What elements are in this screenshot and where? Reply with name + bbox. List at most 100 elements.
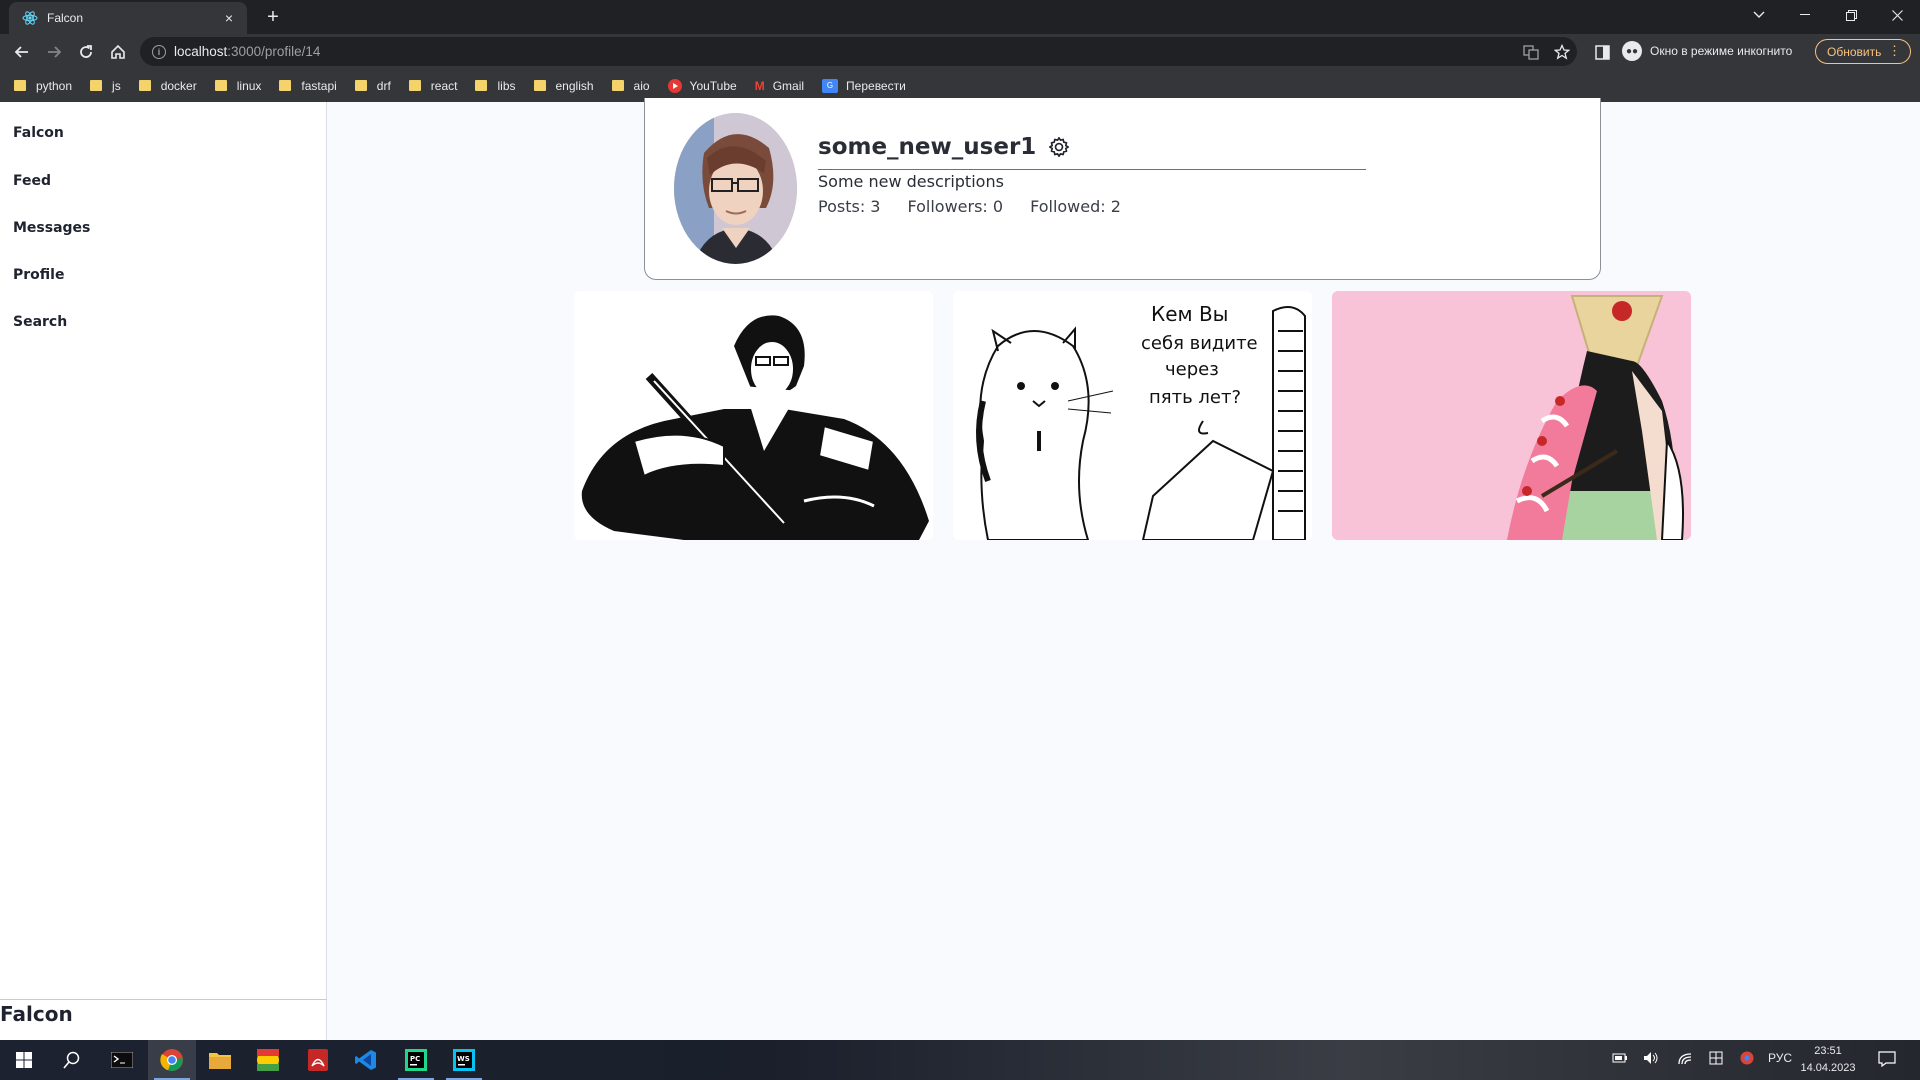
bookmark-aio[interactable]: aio: [611, 78, 650, 93]
bookmark-label: docker: [160, 78, 197, 93]
bookmark-translate[interactable]: G Перевести: [822, 78, 906, 93]
address-bar[interactable]: i localhost:3000/profile/14: [140, 37, 1577, 66]
bookmark-label: linux: [236, 78, 262, 93]
manga-character-image: [574, 291, 933, 540]
app-stripes-icon[interactable]: [244, 1040, 292, 1080]
translate-page-icon[interactable]: [1523, 44, 1539, 63]
pycharm-icon[interactable]: PC: [392, 1040, 440, 1080]
system-clock[interactable]: 23:51 14.04.2023: [1800, 1043, 1856, 1077]
tab-close-icon[interactable]: ×: [221, 10, 237, 26]
comic-caption-line: через: [1165, 359, 1219, 380]
sidebar-divider: [0, 999, 327, 1000]
vscode-icon[interactable]: [342, 1040, 390, 1080]
folder-icon: [90, 80, 103, 91]
youtube-icon: [667, 78, 682, 93]
tab-search-chevron-icon[interactable]: [1736, 0, 1782, 30]
chrome-tray-icon[interactable]: [1740, 1051, 1754, 1068]
sidebar-item-search[interactable]: Search: [13, 314, 67, 330]
username-row: some_new_user1: [818, 134, 1070, 160]
page-content: Falcon Feed Messages Profile Search Falc…: [0, 98, 1920, 1040]
bookmark-star-icon[interactable]: [1553, 43, 1571, 63]
bookmark-fastapi[interactable]: fastapi: [279, 78, 337, 93]
svg-text:WS: WS: [457, 1055, 470, 1063]
bookmark-label: aio: [633, 78, 650, 93]
folder-icon: [354, 80, 367, 91]
back-arrow-icon[interactable]: [8, 38, 36, 66]
followed-count[interactable]: Followed: 2: [1030, 197, 1121, 216]
terminal-icon[interactable]: [98, 1040, 146, 1080]
forward-arrow-icon[interactable]: [40, 38, 68, 66]
sidebar-item-profile[interactable]: Profile: [13, 267, 64, 283]
sidebar: Falcon Feed Messages Profile Search Falc…: [0, 102, 327, 1040]
incognito-icon: ●●: [1622, 41, 1642, 61]
search-icon[interactable]: [48, 1040, 96, 1080]
webstorm-icon[interactable]: WS: [440, 1040, 488, 1080]
bookmark-drf[interactable]: drf: [354, 79, 391, 93]
bookmark-label: fastapi: [301, 78, 337, 93]
wifi-icon[interactable]: [1677, 1051, 1693, 1068]
bookmark-label: python: [36, 78, 73, 93]
sidebar-item-messages[interactable]: Messages: [13, 220, 90, 236]
minimize-icon[interactable]: [1782, 0, 1828, 30]
restore-icon[interactable]: [1828, 0, 1874, 30]
side-panel-icon[interactable]: [1588, 38, 1616, 66]
incognito-indicator[interactable]: ●● Окно в режиме инкогнито: [1622, 39, 1792, 63]
update-button[interactable]: Обновить ⋮: [1815, 39, 1911, 64]
notification-icon[interactable]: [1878, 1051, 1896, 1070]
posts-count: Posts: 3: [818, 197, 881, 216]
volume-icon[interactable]: [1643, 1051, 1659, 1068]
followers-count[interactable]: Followers: 0: [907, 197, 1003, 216]
sidebar-item-feed[interactable]: Feed: [13, 173, 51, 189]
bookmark-linux[interactable]: linux: [214, 78, 262, 93]
svg-text:PC: PC: [410, 1055, 420, 1063]
file-explorer-icon[interactable]: [196, 1040, 244, 1080]
clock-time: 23:51: [1814, 1045, 1842, 1057]
tab-title: Falcon: [47, 11, 84, 25]
profile-stats: Posts: 3 Followers: 0 Followed: 2: [818, 197, 1148, 216]
bookmark-gmail[interactable]: M Gmail: [755, 79, 804, 93]
bookmark-label: react: [430, 78, 458, 93]
home-icon[interactable]: [104, 38, 132, 66]
folder-icon: [14, 80, 26, 91]
network-shield-icon[interactable]: [1708, 1051, 1724, 1068]
bookmark-react[interactable]: react: [408, 78, 458, 93]
comic-caption-line: себя видите: [1141, 333, 1258, 354]
folder-icon: [611, 80, 624, 91]
close-window-icon[interactable]: [1874, 0, 1920, 30]
windows-start-icon[interactable]: [0, 1040, 48, 1080]
sidebar-item-falcon[interactable]: Falcon: [13, 125, 64, 141]
clock-date: 14.04.2023: [1800, 1062, 1856, 1074]
hamster-comic-image: Кем Вы себя видите через пять лет?: [953, 291, 1312, 540]
language-indicator[interactable]: РУС: [1768, 1051, 1792, 1065]
folder-icon: [279, 80, 292, 91]
post-thumbnail[interactable]: [574, 291, 933, 540]
post-thumbnail[interactable]: [1332, 291, 1691, 540]
bookmark-libs[interactable]: libs: [475, 78, 516, 93]
menu-dots-icon[interactable]: ⋮: [1888, 43, 1901, 59]
bookmark-python[interactable]: python: [14, 79, 72, 93]
url-path: :3000/profile/14: [227, 44, 321, 59]
reload-icon[interactable]: [72, 38, 100, 66]
pdf-reader-icon[interactable]: [294, 1040, 342, 1080]
post-thumbnail[interactable]: Кем Вы себя видите через пять лет?: [953, 291, 1312, 540]
battery-icon[interactable]: [1612, 1051, 1628, 1068]
chrome-icon[interactable]: [148, 1040, 196, 1080]
profile-username: some_new_user1: [818, 134, 1037, 160]
comic-caption-line: пять лет?: [1149, 387, 1241, 408]
bookmark-youtube[interactable]: YouTube: [667, 78, 737, 93]
update-label: Обновить: [1827, 44, 1882, 59]
bookmark-docker[interactable]: docker: [138, 78, 197, 93]
avatar[interactable]: [674, 113, 797, 264]
bookmark-js[interactable]: js: [90, 79, 121, 93]
new-tab-button[interactable]: +: [260, 4, 286, 30]
folder-icon: [475, 80, 488, 91]
gear-icon[interactable]: [1048, 136, 1070, 158]
browser-tab[interactable]: Falcon ×: [9, 2, 247, 34]
site-info-icon[interactable]: i: [152, 44, 166, 59]
bookmark-label: libs: [497, 78, 516, 93]
bookmark-english[interactable]: english: [533, 79, 594, 93]
bookmark-label: Gmail: [772, 78, 805, 93]
comic-caption-line: Кем Вы: [1151, 302, 1228, 326]
sidebar-footer-brand: Falcon: [0, 1002, 73, 1026]
folder-icon: [138, 80, 151, 91]
